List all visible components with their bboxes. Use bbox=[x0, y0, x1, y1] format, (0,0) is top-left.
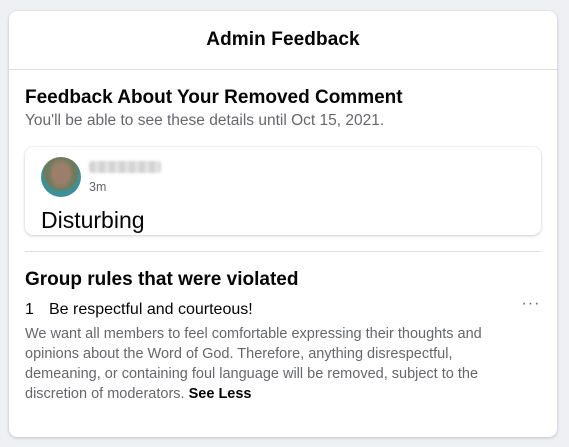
feedback-section: Feedback About Your Removed Comment You'… bbox=[9, 86, 557, 131]
rule-description-text: We want all members to feel comfortable … bbox=[25, 326, 482, 402]
admin-feedback-dialog: Admin Feedback Feedback About Your Remov… bbox=[9, 11, 557, 437]
more-options-icon[interactable]: ··· bbox=[521, 294, 541, 314]
dialog-header: Admin Feedback bbox=[9, 11, 557, 70]
divider bbox=[25, 251, 541, 252]
rule-item: 1 Be respectful and courteous! ··· We wa… bbox=[25, 295, 541, 404]
feedback-availability-text: You'll be able to see these details unti… bbox=[25, 112, 385, 129]
avatar[interactable] bbox=[41, 157, 81, 197]
violated-rules-section: Group rules that were violated 1 Be resp… bbox=[9, 268, 557, 404]
rule-title: Be respectful and courteous! bbox=[49, 301, 253, 318]
comment-timestamp[interactable]: 3m bbox=[89, 180, 106, 194]
avatar-photo-blurred bbox=[51, 161, 71, 187]
violated-rules-heading: Group rules that were violated bbox=[25, 269, 299, 290]
rule-description: We want all members to feel comfortable … bbox=[25, 324, 515, 404]
feedback-heading: Feedback About Your Removed Comment bbox=[25, 87, 403, 108]
comment-author-name-redacted bbox=[89, 161, 161, 173]
rule-number: 1 bbox=[25, 301, 34, 318]
removed-comment-card: 3m Disturbing bbox=[25, 147, 541, 235]
see-less-link[interactable]: See Less bbox=[189, 386, 252, 402]
dialog-title: Admin Feedback bbox=[206, 29, 360, 50]
rule-title-row: 1 Be respectful and courteous! bbox=[25, 300, 541, 320]
comment-text: Disturbing bbox=[41, 207, 145, 233]
